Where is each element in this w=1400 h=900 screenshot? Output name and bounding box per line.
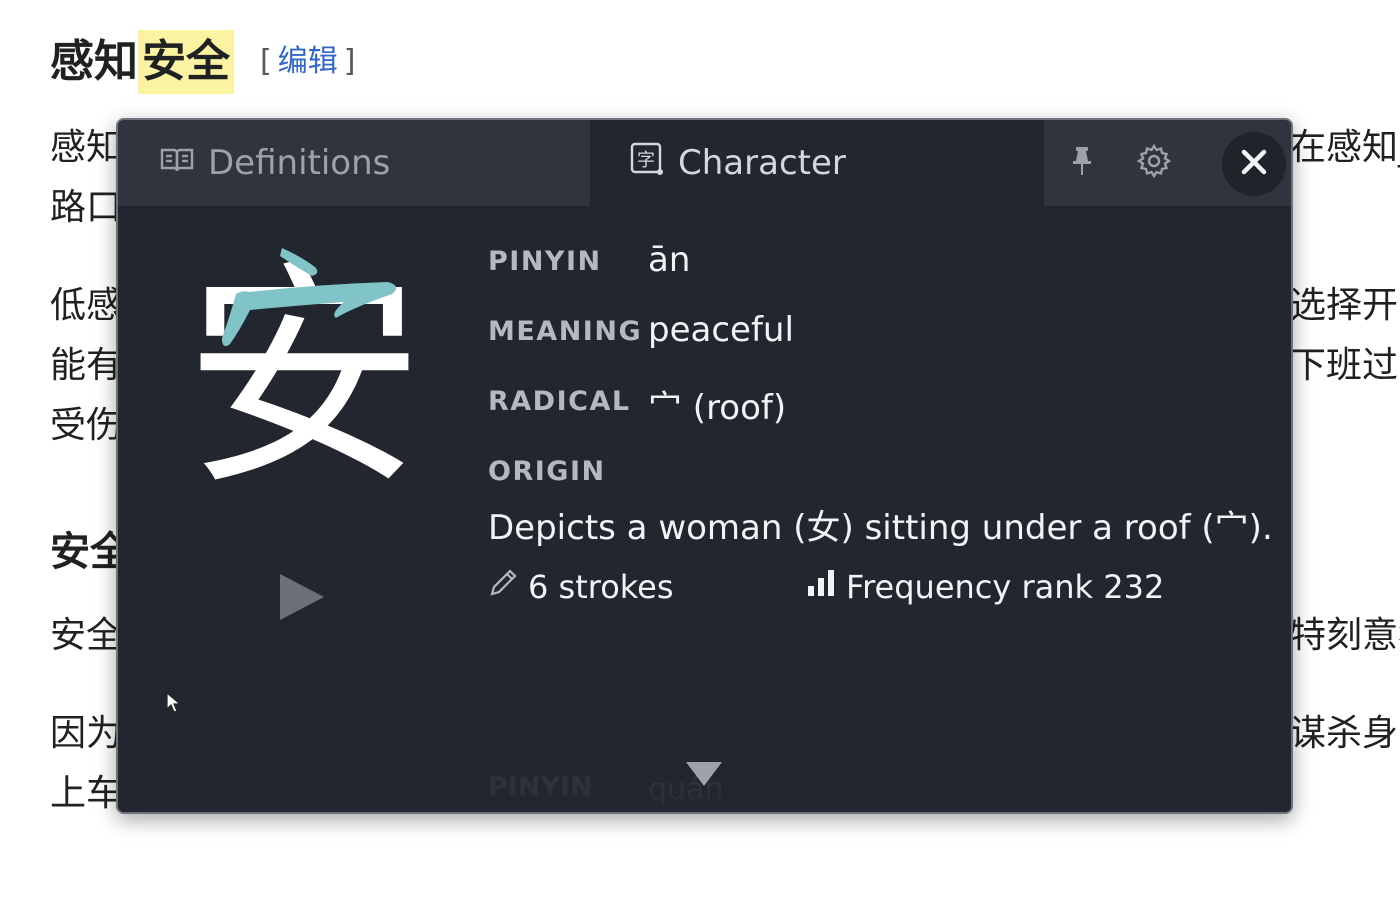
pinyin-label: PINYIN xyxy=(488,246,602,277)
pencil-icon xyxy=(488,568,528,606)
svg-text:安: 安 xyxy=(184,238,424,496)
tab-definitions-label: Definitions xyxy=(208,143,391,183)
character-glyph: 安 xyxy=(174,236,434,518)
radical-value: 宀 (roof) xyxy=(648,388,787,428)
svg-text:字: 字 xyxy=(637,150,655,171)
origin-label: ORIGIN xyxy=(488,456,606,487)
highlighted-word[interactable]: 安全 xyxy=(138,30,234,94)
edit-link[interactable]: 编辑 xyxy=(272,44,344,79)
book-icon xyxy=(160,143,208,183)
tab-character-label: Character xyxy=(678,143,846,183)
origin-value: Depicts a woman (女) sitting under a roof… xyxy=(488,508,1273,548)
settings-button[interactable] xyxy=(1130,120,1178,206)
radical-label: RADICAL xyxy=(488,386,631,417)
triangle-down-icon xyxy=(684,762,724,792)
stroke-count: 6 strokes xyxy=(488,568,674,606)
pin-button[interactable] xyxy=(1058,120,1106,206)
play-icon xyxy=(276,574,326,626)
meaning-label: MEANING xyxy=(488,316,643,347)
popup-tabbar: Definitions 字 Character xyxy=(118,120,1291,206)
character-card-icon: 字 xyxy=(630,142,678,185)
tab-character[interactable]: 字 Character xyxy=(590,120,1044,206)
close-icon xyxy=(1241,149,1267,179)
next-pinyin-label: PINYIN xyxy=(488,772,593,803)
gear-icon xyxy=(1136,143,1172,183)
mouse-cursor-icon xyxy=(166,691,182,718)
pinyin-value: ān xyxy=(648,240,691,280)
pin-icon xyxy=(1069,145,1095,181)
heading-prefix: 感知 xyxy=(50,36,138,87)
scroll-down-button[interactable] xyxy=(684,760,724,792)
bar-chart-icon xyxy=(806,568,846,606)
meaning-value: peaceful xyxy=(648,310,794,350)
edit-section-link: [编辑] xyxy=(260,44,356,79)
play-stroke-animation-button[interactable] xyxy=(276,572,326,626)
dictionary-popup: Definitions 字 Character 安 PINYIN ān MEAN… xyxy=(116,118,1293,814)
frequency-rank: Frequency rank 232 xyxy=(806,568,1164,606)
tab-definitions[interactable]: Definitions xyxy=(118,120,590,206)
section-heading: 感知 安全 [编辑] xyxy=(50,30,355,94)
close-button[interactable] xyxy=(1222,132,1286,196)
